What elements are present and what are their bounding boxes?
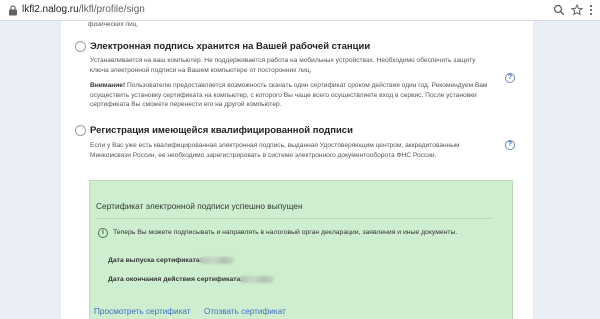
option-qualified-line1: Если у Вас уже есть квалифицированная эл…: [90, 142, 460, 149]
option-qualified-title[interactable]: Регистрация имеющейся квалифицированной …: [90, 125, 353, 136]
success-panel-title: Сертификат электронной подписи успешно в…: [96, 201, 303, 211]
page-side-right: [533, 21, 600, 319]
lock-icon: [9, 5, 17, 16]
help-icon-qualified[interactable]: ?: [505, 140, 515, 150]
bookmark-star-icon[interactable]: [571, 4, 583, 16]
expiry-date-value-blurred: [240, 276, 274, 283]
panel-divider: [96, 218, 492, 219]
menu-kebab-icon[interactable]: [587, 4, 595, 16]
warning-label: Внимание!: [90, 82, 126, 89]
url-field[interactable]: lkfl2.nalog.ru/lkfl/profile/sign: [22, 4, 145, 15]
page-side-left: [0, 21, 61, 319]
revoke-certificate-link[interactable]: Отозвать сертификат: [204, 307, 286, 316]
url-host: lkfl2.nalog.ru: [22, 4, 79, 15]
expiry-date-label: Дата окончания действия сертификата:: [108, 276, 243, 283]
success-info-text: Теперь Вы можете подписывать и направлят…: [113, 229, 458, 236]
option-qualified-description: Если у Вас уже есть квалифицированная эл…: [90, 141, 500, 160]
help-icon-workstation[interactable]: ?: [505, 73, 515, 83]
radio-workstation[interactable]: [75, 41, 86, 52]
radio-qualified[interactable]: [75, 125, 86, 136]
info-icon: i: [98, 228, 108, 238]
warning-line3: сертификата Вы сможете перенести его на …: [90, 101, 282, 108]
option-workstation-line2: ключа электронной подписи на Вашем компь…: [90, 66, 312, 74]
success-panel: Сертификат электронной подписи успешно в…: [89, 180, 513, 319]
warning-line2: осуществить установку сертификата на ком…: [90, 91, 477, 99]
option-workstation-title[interactable]: Электронная подпись хранится на Вашей ра…: [90, 41, 370, 52]
issue-date-value-blurred: [200, 257, 234, 264]
top-fragment-text: физических лиц.: [88, 21, 139, 28]
zoom-icon[interactable]: [553, 4, 565, 16]
view-certificate-link[interactable]: Просмотреть сертификат: [94, 307, 191, 316]
option-workstation-warning: Внимание! Пользователю предоставляется в…: [90, 81, 500, 110]
warning-line1: Пользователю предоставляется возможность…: [125, 82, 488, 89]
issue-date-label: Дата выпуска сертификата:: [108, 257, 202, 264]
option-workstation-line1: Устанавливается на ваш компьютер. Не под…: [90, 57, 476, 64]
option-qualified-line2: Минкомсвязи России, ее необходимо зареги…: [90, 151, 437, 159]
browser-address-bar: lkfl2.nalog.ru/lkfl/profile/sign: [0, 0, 600, 21]
option-workstation-description: Устанавливается на ваш компьютер. Не под…: [90, 56, 500, 75]
url-path: /lkfl/profile/sign: [78, 4, 145, 15]
